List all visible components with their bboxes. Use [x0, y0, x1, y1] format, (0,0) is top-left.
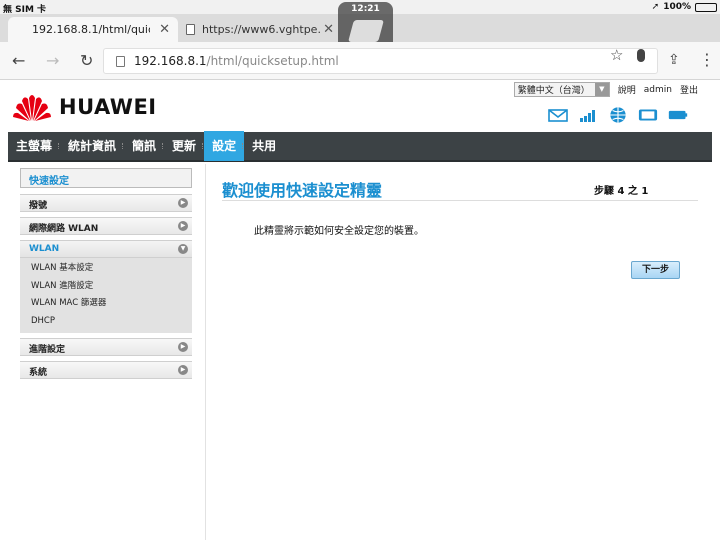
main-nav: 主螢幕 統計資訊 簡訊 更新 設定 共用 [8, 131, 712, 162]
chevron-right-icon: ▶ [178, 198, 188, 208]
sidebar-item-label: 系統 [29, 368, 48, 378]
next-button[interactable]: 下一步 [631, 261, 680, 279]
tab-title: 192.168.8.1/html/quicksetu [32, 23, 150, 36]
brand-name: HUAWEI [59, 95, 157, 119]
help-link[interactable]: 說明 [618, 83, 636, 96]
language-select[interactable]: 繁體中文（台灣） ▼ [513, 82, 610, 97]
sidebar-subitem-wlan-basic[interactable]: WLAN 基本設定 [20, 260, 192, 278]
language-value: 繁體中文（台灣） [517, 86, 590, 96]
battery-icon [695, 2, 717, 12]
step-indicator: 步驟 4 之 1 [594, 186, 649, 197]
sidebar-subitem-wlan-mac-filter[interactable]: WLAN MAC 篩選器 [20, 295, 192, 313]
location-icon: ➚ [651, 2, 660, 12]
back-arrow-icon[interactable]: ← [12, 51, 25, 70]
huawei-logo: HUAWEI [12, 92, 157, 122]
nav-share[interactable]: 共用 [242, 131, 284, 161]
device-status-icons [548, 106, 688, 124]
page-icon [186, 24, 195, 35]
wizard-description: 此精靈將示範如何安全設定您的裝置。 [254, 226, 424, 237]
battery-label: 100% [663, 2, 691, 12]
username-label: admin [643, 84, 672, 95]
sidebar-item-ethernet-wlan[interactable]: 網際網路 WLAN ▶ [20, 217, 192, 235]
close-tab-icon[interactable]: ✕ [159, 22, 170, 37]
bookmark-star-icon[interactable]: ☆ [610, 46, 623, 64]
chevron-right-icon: ▶ [178, 342, 188, 352]
page-info-icon[interactable] [116, 56, 125, 67]
forward-arrow-icon[interactable]: → [46, 51, 59, 70]
chevron-right-icon: ▶ [178, 221, 188, 231]
battery-status-icon [668, 110, 688, 120]
header-links: 繁體中文（台灣） ▼ 說明 admin 登出 [513, 82, 698, 97]
sidebar-item-label: 進階設定 [29, 345, 66, 355]
chevron-down-icon: ▼ [594, 83, 609, 96]
address-input[interactable]: 192.168.8.1/html/quicksetup.html [103, 48, 658, 74]
reload-icon[interactable]: ↻ [80, 51, 93, 70]
mail-icon[interactable] [548, 108, 568, 122]
sidebar-item-label: 撥號 [29, 201, 48, 211]
tab-switcher-icon [348, 20, 384, 42]
content-divider [205, 164, 206, 540]
sidebar-subitem-wlan-advanced[interactable]: WLAN 進階設定 [20, 278, 192, 296]
nav-statistics[interactable]: 統計資訊 [58, 131, 124, 161]
logout-link[interactable]: 登出 [680, 83, 698, 96]
sidebar-item-dialup[interactable]: 撥號 ▶ [20, 194, 192, 212]
url-bar: ← → ↻ 192.168.8.1/html/quicksetup.html ☆… [0, 42, 720, 80]
url-host: 192.168.8.1 [134, 54, 207, 68]
microphone-icon[interactable] [637, 49, 645, 62]
globe-icon [610, 107, 626, 123]
tab-title: https://www6.vghtpe.gov.tw [202, 23, 320, 36]
title-divider [222, 200, 698, 201]
browser-tab-inactive[interactable]: https://www6.vghtpe.gov.tw ✕ [182, 17, 342, 42]
sidebar-subitem-dhcp[interactable]: DHCP [20, 313, 192, 331]
menu-dots-icon[interactable]: ⋮ [699, 50, 715, 69]
close-tab-icon[interactable]: ✕ [323, 22, 334, 37]
network-type-icon [638, 109, 658, 121]
settings-sidebar: 快速設定 撥號 ▶ 網際網路 WLAN ▶ WLAN ▼ WLAN 基本設定 W… [20, 168, 192, 384]
sidebar-item-quick-setup[interactable]: 快速設定 [20, 168, 192, 188]
browser-tab-active[interactable]: 192.168.8.1/html/quicksetu ✕ [8, 17, 178, 42]
sidebar-item-advanced[interactable]: 進階設定 ▶ [20, 338, 192, 356]
wlan-submenu: WLAN 基本設定 WLAN 進階設定 WLAN MAC 篩選器 DHCP [20, 258, 192, 333]
nav-settings[interactable]: 設定 [202, 131, 245, 161]
chevron-down-icon: ▼ [178, 244, 188, 254]
sidebar-item-wlan[interactable]: WLAN ▼ [20, 240, 192, 258]
signal-strength-icon [580, 110, 595, 122]
nav-update[interactable]: 更新 [162, 131, 204, 161]
nav-sms[interactable]: 簡訊 [122, 131, 164, 161]
nav-home[interactable]: 主螢幕 [8, 131, 60, 161]
sidebar-item-label: 網際網路 WLAN [29, 224, 99, 234]
huawei-flower-icon [13, 95, 51, 121]
status-right: ➚ 100% [652, 2, 717, 12]
page-title: 歡迎使用快速設定精靈 [222, 181, 383, 200]
url-path: /html/quicksetup.html [206, 54, 339, 68]
sidebar-item-system[interactable]: 系統 ▶ [20, 361, 192, 379]
clock: 12:21 [351, 4, 380, 14]
sidebar-item-label: WLAN [29, 244, 60, 254]
share-icon[interactable]: ⇪ [668, 52, 680, 68]
chevron-right-icon: ▶ [178, 365, 188, 375]
